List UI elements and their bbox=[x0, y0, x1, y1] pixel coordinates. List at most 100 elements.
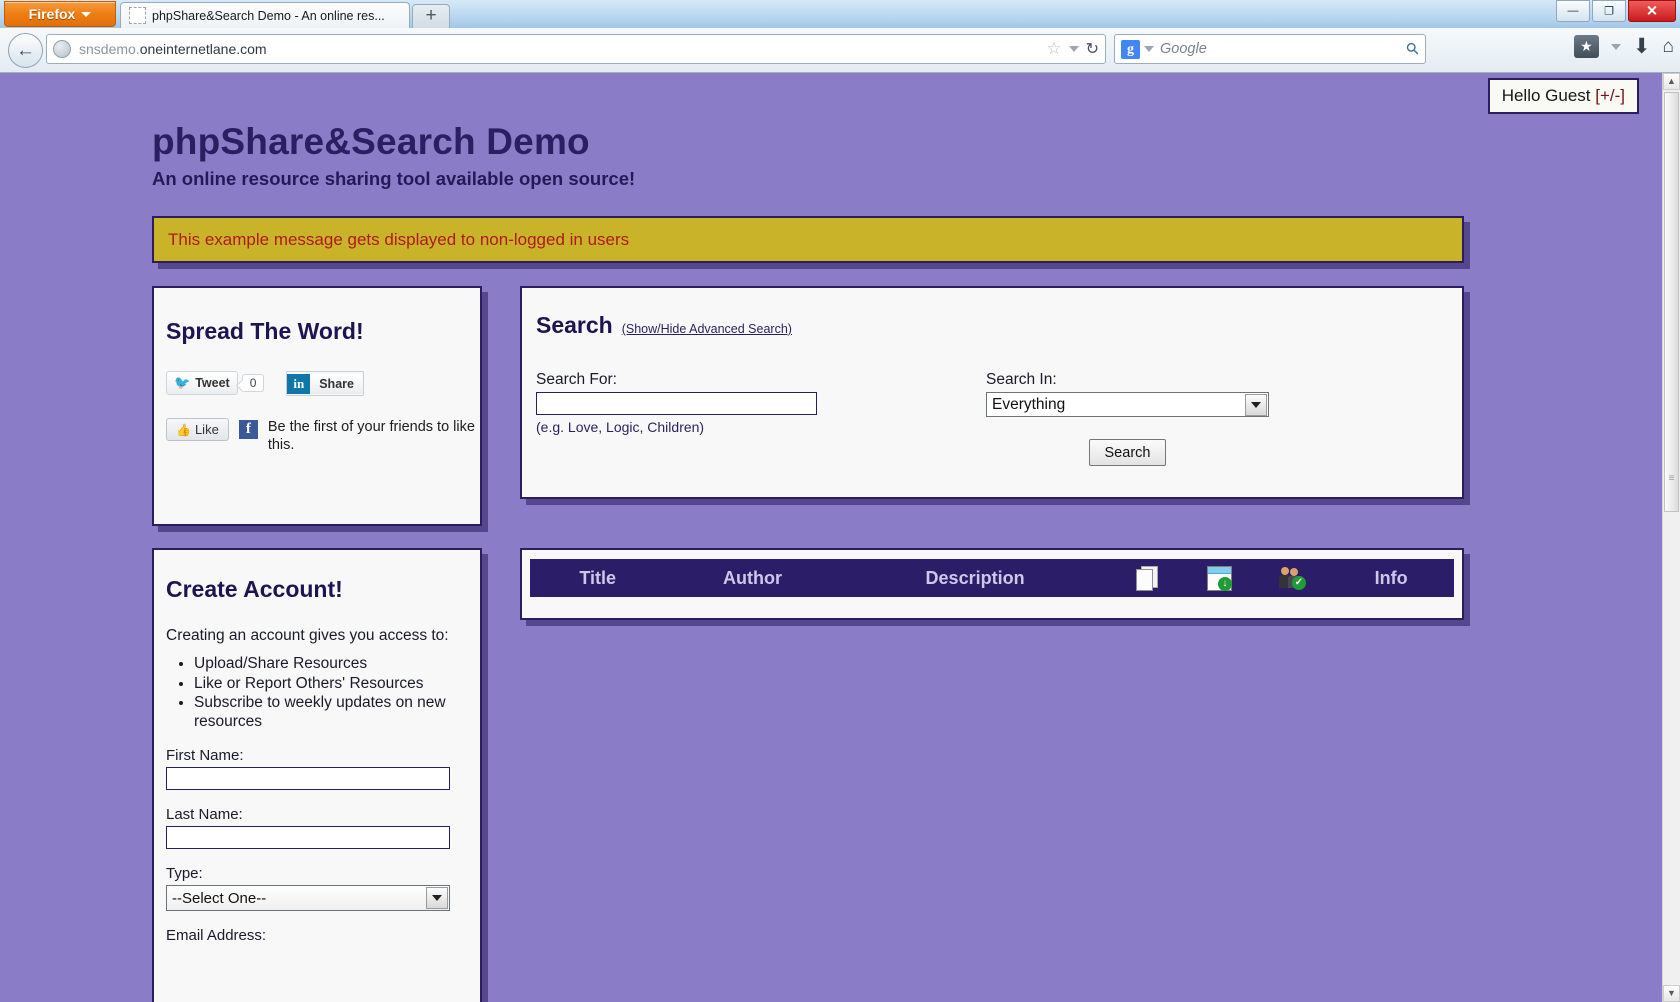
toolbar-right-icons: ★ ⬇ ⌂ bbox=[1574, 34, 1674, 59]
search-for-hint: (e.g. Love, Logic, Children) bbox=[536, 419, 986, 435]
search-heading-row: Search (Show/Hide Advanced Search) bbox=[536, 312, 1462, 339]
search-in-select[interactable]: Everything bbox=[986, 392, 1269, 417]
type-label: Type: bbox=[166, 865, 460, 882]
type-select-value: --Select One-- bbox=[172, 890, 266, 907]
create-account-lead: Creating an account gives you access to: bbox=[166, 627, 460, 645]
reload-icon[interactable]: ↻ bbox=[1086, 39, 1099, 59]
new-tab-button[interactable]: + bbox=[412, 4, 450, 29]
list-item: Subscribe to weekly updates on new resou… bbox=[194, 694, 460, 731]
create-account-heading: Create Account! bbox=[166, 576, 460, 603]
window-controls: — ❐ ✕ bbox=[1556, 0, 1676, 22]
column-header-author[interactable]: Author bbox=[665, 568, 839, 589]
url-domain: oneinternetlane.com bbox=[140, 41, 267, 57]
type-select[interactable]: --Select One-- bbox=[166, 885, 450, 911]
list-item: Upload/Share Resources bbox=[194, 655, 460, 674]
close-icon: ✕ bbox=[1646, 3, 1658, 20]
spread-the-word-panel: Spread The Word! 🐦 Tweet 0 in Share bbox=[152, 286, 482, 526]
column-header-pages[interactable] bbox=[1111, 566, 1184, 590]
address-bar[interactable]: snsdemo.oneinternetlane.com ☆ ↻ bbox=[46, 34, 1106, 64]
chevron-down-icon[interactable] bbox=[1069, 46, 1079, 52]
restore-icon: ❐ bbox=[1604, 5, 1614, 18]
hello-guest-toggle[interactable]: [+/-] bbox=[1595, 86, 1625, 105]
tweet-count-badge[interactable]: 0 bbox=[242, 374, 265, 392]
firefox-menu-button[interactable]: Firefox bbox=[4, 1, 116, 27]
spread-the-word-heading: Spread The Word! bbox=[166, 318, 480, 345]
chevron-down-icon[interactable] bbox=[1144, 46, 1154, 52]
column-header-description[interactable]: Description bbox=[840, 568, 1111, 589]
linkedin-icon: in bbox=[287, 374, 310, 394]
page-title: phpShare&Search Demo bbox=[152, 121, 590, 163]
notification-message-bar: This example message gets displayed to n… bbox=[152, 216, 1464, 263]
hello-guest-label: Hello Guest bbox=[1502, 86, 1596, 105]
column-header-info[interactable]: Info bbox=[1328, 568, 1454, 589]
column-header-title[interactable]: Title bbox=[530, 568, 665, 589]
google-icon[interactable]: g bbox=[1121, 40, 1140, 59]
chevron-down-icon[interactable] bbox=[1611, 44, 1621, 50]
notification-message-text: This example message gets displayed to n… bbox=[168, 230, 629, 250]
column-header-downloads[interactable]: ↓ bbox=[1183, 566, 1256, 591]
restore-button[interactable]: ❐ bbox=[1592, 0, 1626, 22]
page-scrollbar[interactable]: ▲ ≡ ▼ bbox=[1662, 73, 1680, 1002]
search-for-label: Search For: bbox=[536, 371, 986, 389]
create-account-panel: Create Account! Creating an account give… bbox=[152, 548, 482, 1002]
search-in-label: Search In: bbox=[986, 371, 1386, 389]
pages-icon bbox=[1136, 566, 1158, 590]
thumbs-up-icon: 👍 bbox=[176, 423, 191, 437]
search-in-group: Search In: Everything Search bbox=[986, 371, 1386, 466]
minimize-button[interactable]: — bbox=[1556, 0, 1590, 22]
search-for-group: Search For: (e.g. Love, Logic, Children) bbox=[536, 371, 986, 466]
address-bar-url: snsdemo.oneinternetlane.com bbox=[79, 41, 1040, 57]
create-account-benefits-list: Upload/Share Resources Like or Report Ot… bbox=[166, 655, 460, 731]
list-item: Like or Report Others' Resources bbox=[194, 675, 460, 694]
column-header-likes[interactable]: ✓ bbox=[1256, 567, 1329, 589]
bookmarks-button[interactable]: ★ bbox=[1574, 35, 1599, 58]
search-heading: Search bbox=[536, 312, 613, 339]
scrollbar-thumb[interactable] bbox=[1664, 92, 1679, 512]
chevron-down-icon[interactable] bbox=[426, 887, 448, 909]
bookmark-star-icon[interactable]: ☆ bbox=[1046, 39, 1061, 59]
home-icon[interactable]: ⌂ bbox=[1663, 36, 1674, 58]
last-name-label: Last Name: bbox=[166, 806, 460, 823]
facebook-like-button[interactable]: 👍 Like bbox=[166, 418, 229, 441]
results-panel: Title Author Description ↓ ✓ Info bbox=[520, 548, 1464, 620]
search-submit-button[interactable]: Search bbox=[1089, 439, 1166, 466]
facebook-social-context: Be the first of your friends to like thi… bbox=[268, 418, 478, 454]
page-subtitle: An online resource sharing tool availabl… bbox=[152, 168, 635, 190]
url-subdomain: snsdemo. bbox=[79, 41, 140, 57]
page-viewport: Hello Guest [+/-] phpShare&Search Demo A… bbox=[0, 73, 1680, 1002]
search-for-input[interactable] bbox=[536, 392, 817, 415]
browser-search-bar[interactable]: g Google ⚲ bbox=[1114, 34, 1426, 64]
firefox-menu-label: Firefox bbox=[29, 6, 76, 22]
results-table-header-row: Title Author Description ↓ ✓ Info bbox=[530, 559, 1454, 597]
globe-icon bbox=[53, 40, 71, 58]
linkedin-share-button[interactable]: in Share bbox=[286, 371, 364, 396]
page-content: Hello Guest [+/-] phpShare&Search Demo A… bbox=[0, 73, 1663, 1002]
download-icon: ↓ bbox=[1207, 566, 1232, 591]
scroll-down-button[interactable]: ▼ bbox=[1663, 985, 1680, 1002]
linkedin-share-label: Share bbox=[310, 374, 363, 394]
tab-phpshare-search-demo[interactable]: phpShare&Search Demo - An online res... bbox=[120, 2, 410, 28]
minimize-icon: — bbox=[1568, 5, 1579, 17]
facebook-like-label: Like bbox=[195, 422, 219, 437]
chevron-down-icon[interactable] bbox=[1245, 394, 1267, 416]
search-in-select-value: Everything bbox=[992, 396, 1065, 414]
tweet-button-label: Tweet bbox=[195, 376, 230, 390]
social-buttons-row: 🐦 Tweet 0 in Share bbox=[166, 371, 480, 396]
show-hide-advanced-search-link[interactable]: (Show/Hide Advanced Search) bbox=[622, 322, 792, 336]
hello-guest-box[interactable]: Hello Guest [+/-] bbox=[1488, 78, 1639, 114]
tweet-button-group: 🐦 Tweet 0 bbox=[166, 371, 264, 395]
downloads-icon[interactable]: ⬇ bbox=[1633, 34, 1651, 59]
first-name-input[interactable] bbox=[166, 767, 450, 790]
scroll-up-button[interactable]: ▲ bbox=[1663, 73, 1680, 90]
address-bar-icons: ☆ ↻ bbox=[1046, 39, 1099, 59]
browser-search-input[interactable]: Google bbox=[1160, 41, 1407, 57]
facebook-like-row: 👍 Like f Be the first of your friends to… bbox=[166, 418, 480, 454]
twitter-bird-icon: 🐦 bbox=[174, 375, 190, 391]
close-window-button[interactable]: ✕ bbox=[1628, 0, 1676, 22]
scrollbar-grip-icon: ≡ bbox=[1663, 473, 1680, 493]
navigation-toolbar: ← snsdemo.oneinternetlane.com ☆ ↻ g Goog… bbox=[0, 28, 1680, 73]
last-name-input[interactable] bbox=[166, 826, 450, 849]
tweet-button[interactable]: 🐦 Tweet bbox=[166, 371, 238, 395]
back-button[interactable]: ← bbox=[8, 33, 43, 68]
people-check-icon: ✓ bbox=[1279, 567, 1305, 589]
